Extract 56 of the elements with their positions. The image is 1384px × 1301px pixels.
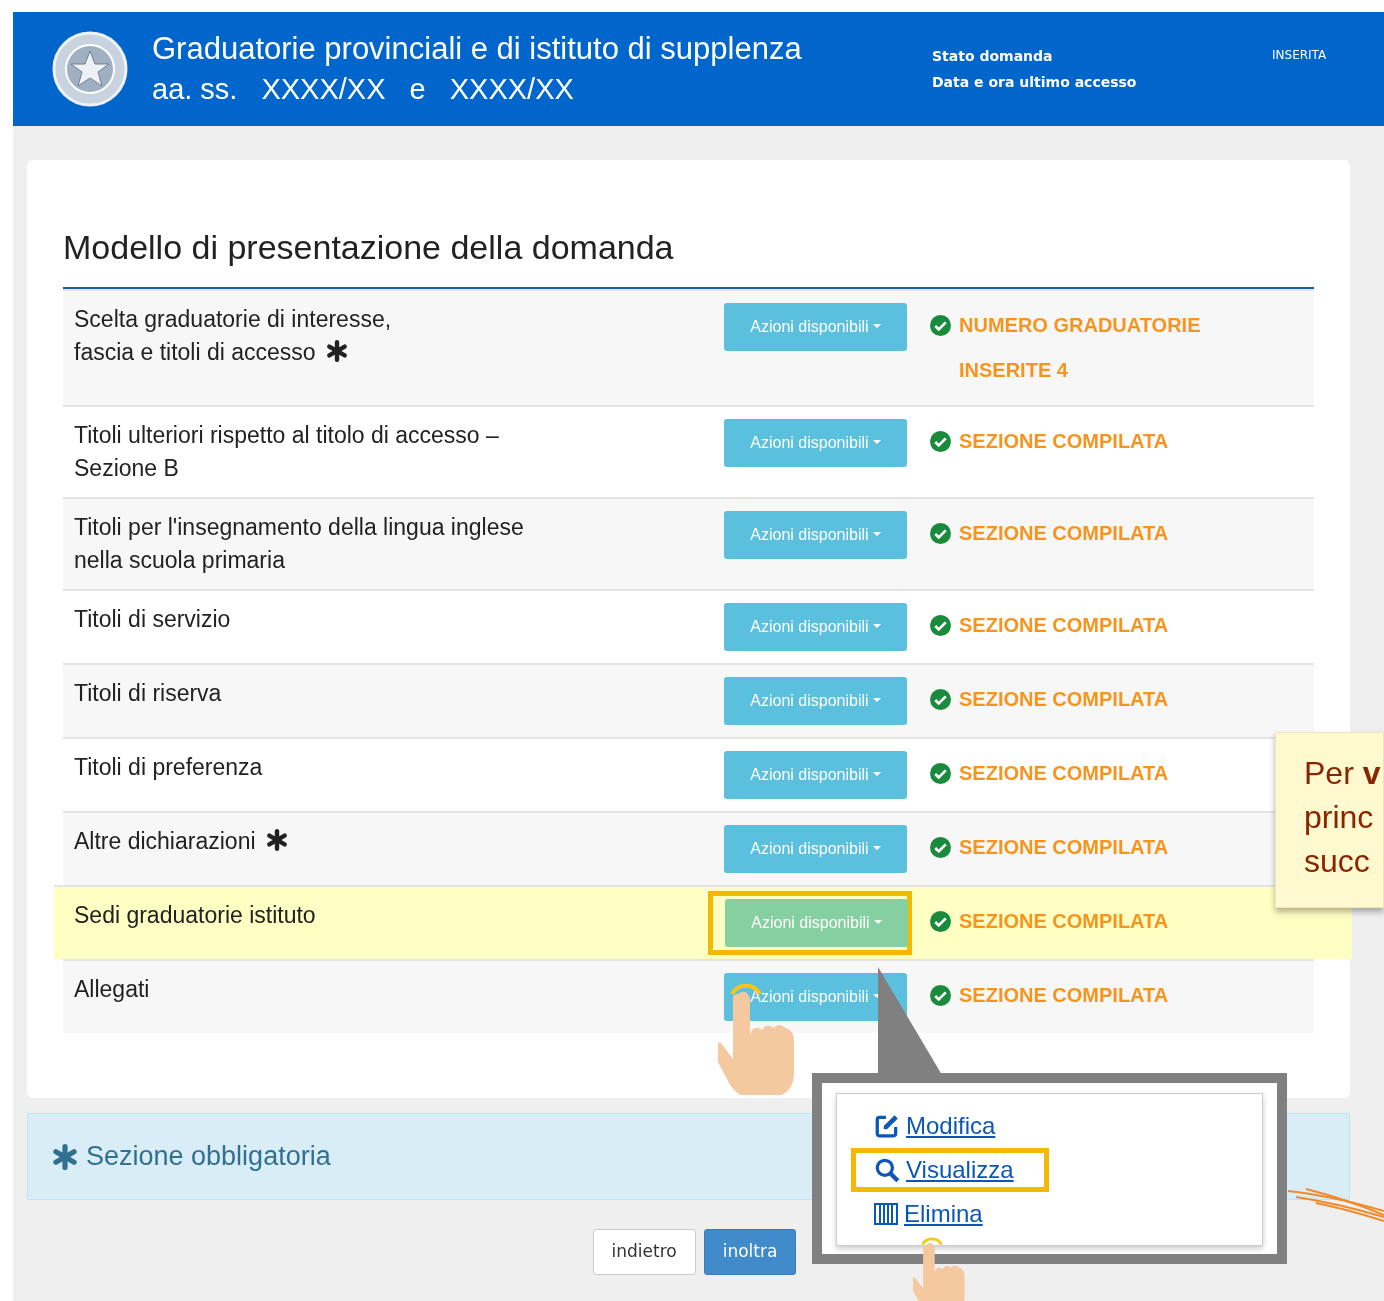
actions-dropdown-button[interactable]: Azioni disponibili <box>724 511 907 559</box>
section-status: SEZIONE COMPILATA <box>959 909 1170 934</box>
check-circle-icon <box>930 763 951 784</box>
section-label: Titoli ulteriori rispetto al titolo di accesso – Sezione B <box>74 422 499 481</box>
check-circle-icon <box>930 689 951 710</box>
section-label: Sedi graduatorie istituto <box>74 902 316 928</box>
check-circle-icon <box>930 911 951 932</box>
section-status: SEZIONE COMPILATA <box>959 429 1170 454</box>
columns-icon <box>874 1203 898 1225</box>
hint-tooltip: Per v princ succ <box>1275 732 1384 908</box>
actions-dropdown-button[interactable]: Azioni disponibili <box>724 303 907 351</box>
menu-item[interactable]: Visualizza <box>851 1148 1049 1192</box>
asterisk-icon <box>52 1143 78 1170</box>
actions-dropdown-button[interactable]: Azioni disponibili <box>724 677 907 725</box>
section-label: Titoli per l'insegnamento della lingua inglese nella scuola primaria <box>74 514 524 573</box>
school-year-text: XXXX/XX <box>261 72 386 107</box>
section-status: SEZIONE COMPILATA <box>959 761 1170 786</box>
note-text: Sezione obbligatoria <box>86 1140 331 1174</box>
check-circle-icon <box>930 985 951 1006</box>
section-label: Titoli di servizio <box>74 606 231 632</box>
section-label: Titoli di riserva <box>74 680 222 706</box>
check-circle-icon <box>930 837 951 858</box>
tap-hand-icon <box>718 983 794 1095</box>
section-status: NUMERO GRADUATORIE INSERITE 4 <box>959 313 1202 383</box>
section-label: Altre dichiarazioni <box>74 828 256 854</box>
actions-dropdown-button[interactable]: Azioni disponibili <box>725 899 908 947</box>
check-circle-icon <box>930 315 951 336</box>
section-status: SEZIONE COMPILATA <box>959 521 1170 546</box>
menu-item[interactable]: Modifica <box>851 1104 1031 1148</box>
section-label: Allegati <box>74 976 150 1002</box>
app-title: Graduatorie provinciali e di istituto di supplenza <box>152 30 803 68</box>
section-status: SEZIONE COMPILATA <box>959 835 1170 860</box>
section-label: Titoli di preferenza <box>74 754 263 780</box>
search-icon <box>874 1157 900 1183</box>
section-status: SEZIONE COMPILATA <box>959 687 1170 712</box>
school-year-text: e <box>409 72 426 107</box>
check-circle-icon <box>930 431 951 452</box>
edit-icon <box>874 1113 900 1139</box>
school-year-text: XXXX/XX <box>449 72 574 107</box>
status-value: INSERITA <box>1272 47 1327 64</box>
actions-dropdown-button[interactable]: Azioni disponibili <box>724 419 907 467</box>
status-label: Data e ora ultimo accesso <box>932 73 1138 92</box>
school-year-text: aa. ss. <box>152 72 238 107</box>
tap-hand-icon <box>913 1237 965 1301</box>
actions-dropdown-button[interactable]: Azioni disponibili <box>724 825 907 873</box>
section-status: SEZIONE COMPILATA <box>959 983 1170 1008</box>
status-label: Stato domanda <box>932 47 1054 66</box>
actions-dropdown-button[interactable]: Azioni disponibili <box>724 751 907 799</box>
check-circle-icon <box>930 615 951 636</box>
forward-button[interactable]: inoltra <box>703 1229 797 1275</box>
menu-item[interactable]: Elimina <box>851 1192 1018 1236</box>
section-label: Scelta graduatorie di interesse, fascia e titoli di accesso <box>74 306 392 365</box>
check-circle-icon <box>930 523 951 544</box>
back-button[interactable]: indietro <box>592 1229 696 1275</box>
section-status: SEZIONE COMPILATA <box>959 613 1170 638</box>
actions-dropdown-button[interactable]: Azioni disponibili <box>724 603 907 651</box>
